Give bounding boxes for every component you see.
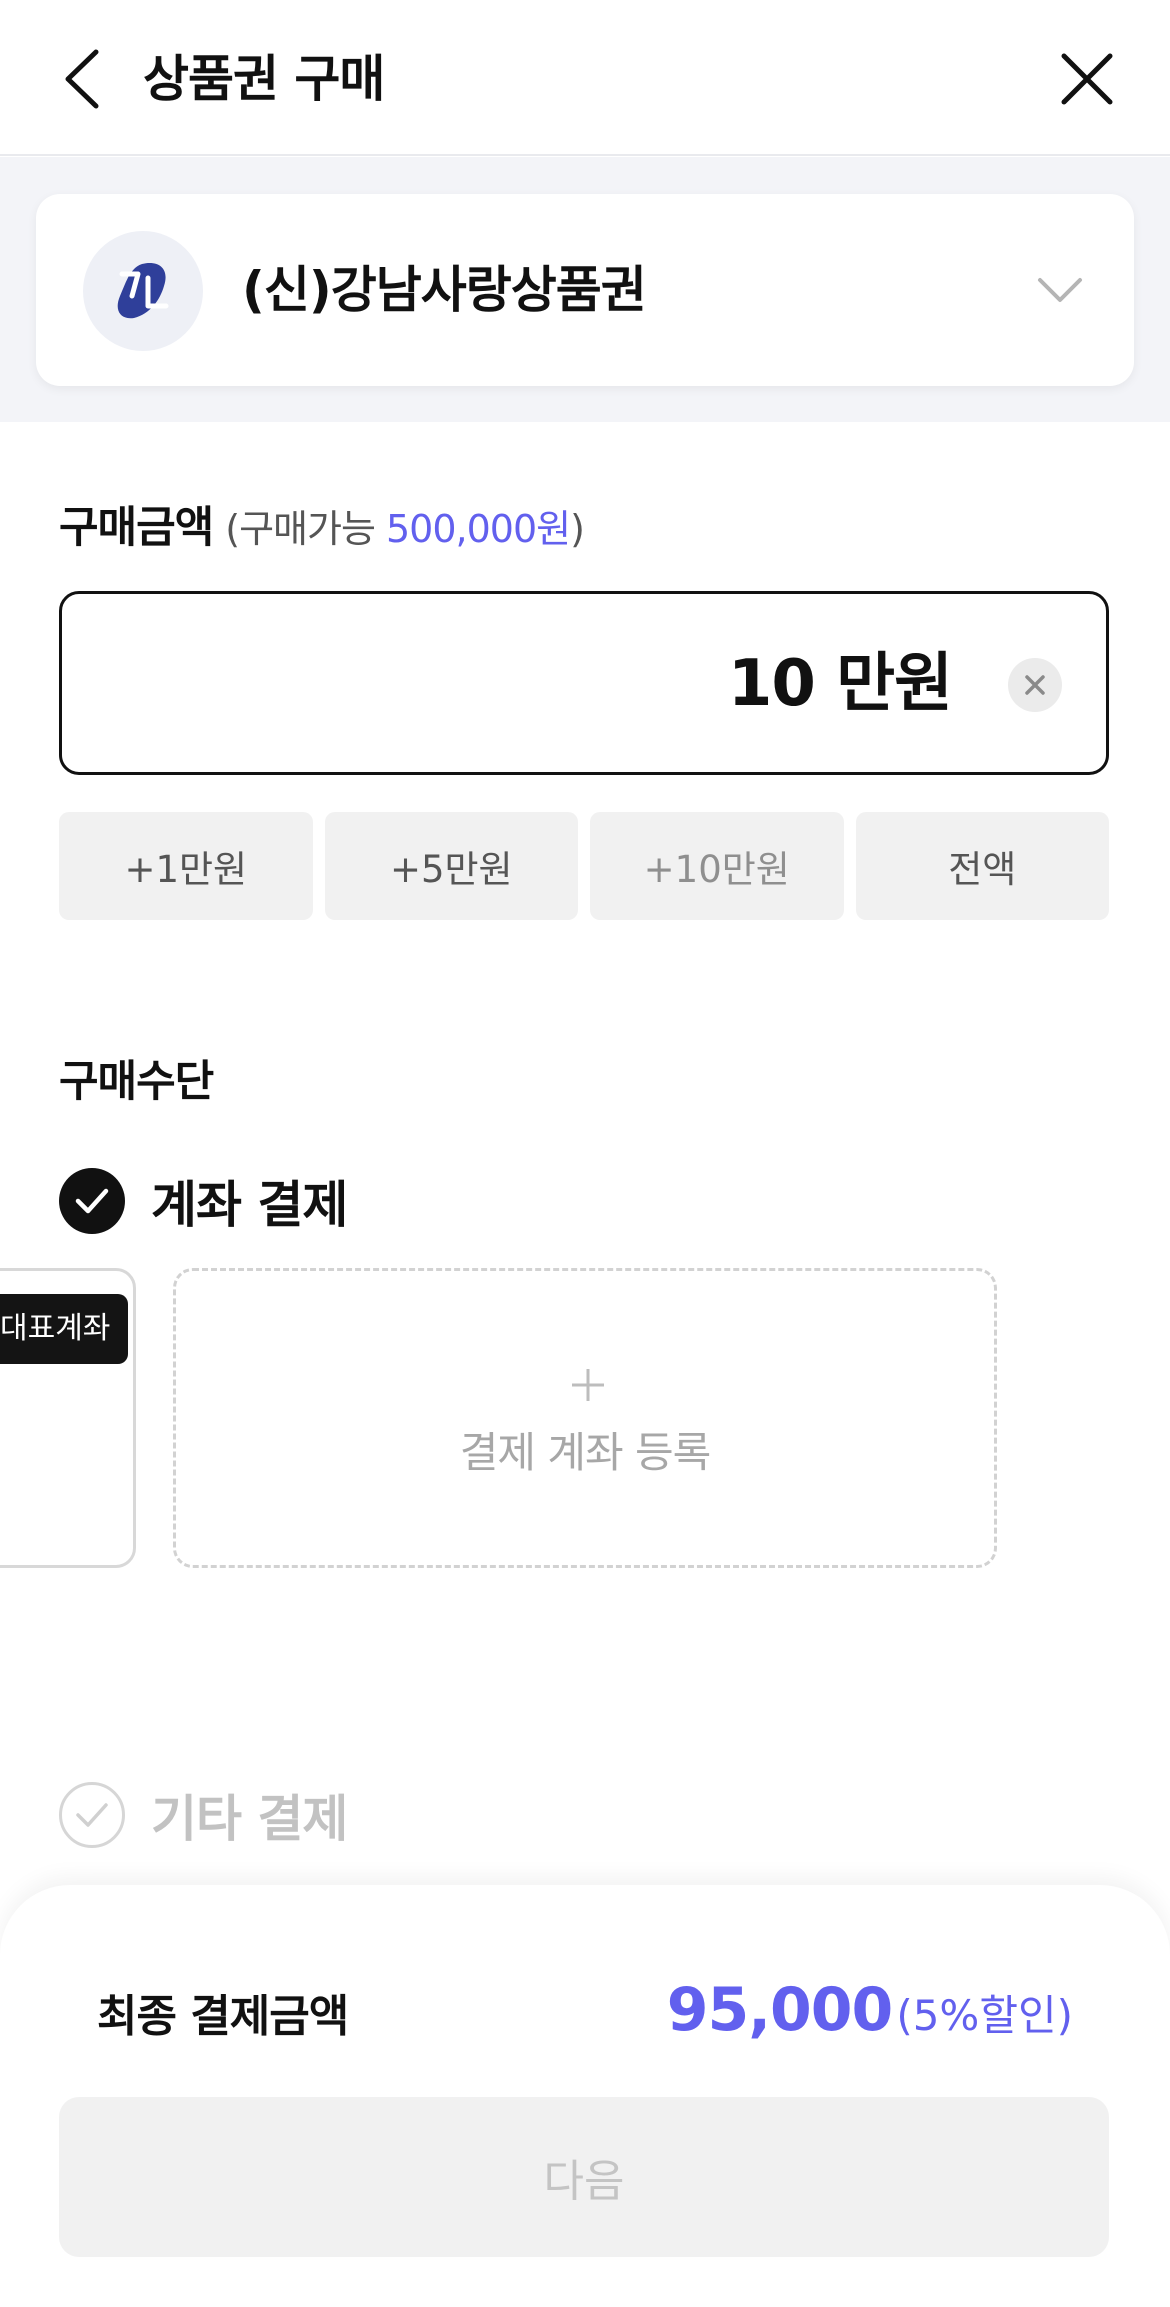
discount-rate: (5%할인) [896, 1991, 1073, 2040]
voucher-selector[interactable]: (신)강남사랑상품권 [36, 194, 1134, 386]
add-50000-button[interactable]: +5만원 [324, 812, 578, 920]
amount-sub-open: (구매가능 [225, 507, 386, 551]
final-amount-value: 95,000 [666, 1975, 894, 2045]
plus-icon [572, 1369, 604, 1401]
add-10000-button[interactable]: +1만원 [59, 812, 313, 920]
app-header: 상품권 구매 [0, 0, 1170, 156]
add-account-label: 결제 계좌 등록 [459, 1428, 712, 1477]
voucher-selector-band: (신)강남사랑상품권 [0, 157, 1170, 422]
clear-icon [1025, 675, 1045, 695]
amount-input[interactable]: 10 만원 [59, 591, 1109, 775]
amount-value: 10 만원 [727, 647, 953, 721]
final-amount-label: 최종 결제금액 [97, 1991, 349, 2042]
check-selected-icon [59, 1168, 125, 1234]
add-100000-button[interactable]: +10만원 [590, 812, 844, 920]
close-icon[interactable] [1052, 44, 1122, 114]
clear-amount-button[interactable] [1008, 658, 1062, 712]
account-payment-option[interactable]: 계좌 결제 [59, 1166, 348, 1236]
add-account-button[interactable]: 결제 계좌 등록 [173, 1268, 997, 1568]
payment-summary-sheet: 최종 결제금액 95,000 (5%할인) 다음 [0, 1885, 1170, 2307]
page-title: 상품권 구매 [143, 50, 385, 108]
check-unselected-icon [59, 1782, 125, 1848]
representative-account-badge: 대표계좌 [0, 1294, 129, 1364]
final-amount: 95,000 (5%할인) [667, 1975, 1073, 2045]
quick-amount-buttons: +1만원 +5만원 +10만원 전액 [59, 812, 1109, 920]
amount-label-row: 구매금액 (구매가능 500,000원) [59, 498, 585, 559]
gangnam-logo-icon [83, 231, 203, 351]
amount-available: (구매가능 500,000원) [225, 499, 585, 559]
amount-label: 구매금액 [59, 503, 214, 553]
other-payment-label: 기타 결제 [151, 1790, 348, 1848]
other-payment-option[interactable]: 기타 결제 [59, 1780, 348, 1850]
voucher-name: (신)강남사랑상품권 [242, 261, 647, 319]
back-icon[interactable] [52, 44, 122, 114]
account-payment-label: 계좌 결제 [151, 1176, 348, 1234]
full-amount-button[interactable]: 전액 [855, 812, 1109, 920]
chevron-down-icon[interactable] [1032, 262, 1088, 318]
amount-sub-close: ) [570, 507, 585, 551]
next-button[interactable]: 다음 [59, 2097, 1109, 2257]
amount-limit: 500,000원 [386, 507, 571, 551]
payment-method-label: 구매수단 [59, 1057, 214, 1107]
